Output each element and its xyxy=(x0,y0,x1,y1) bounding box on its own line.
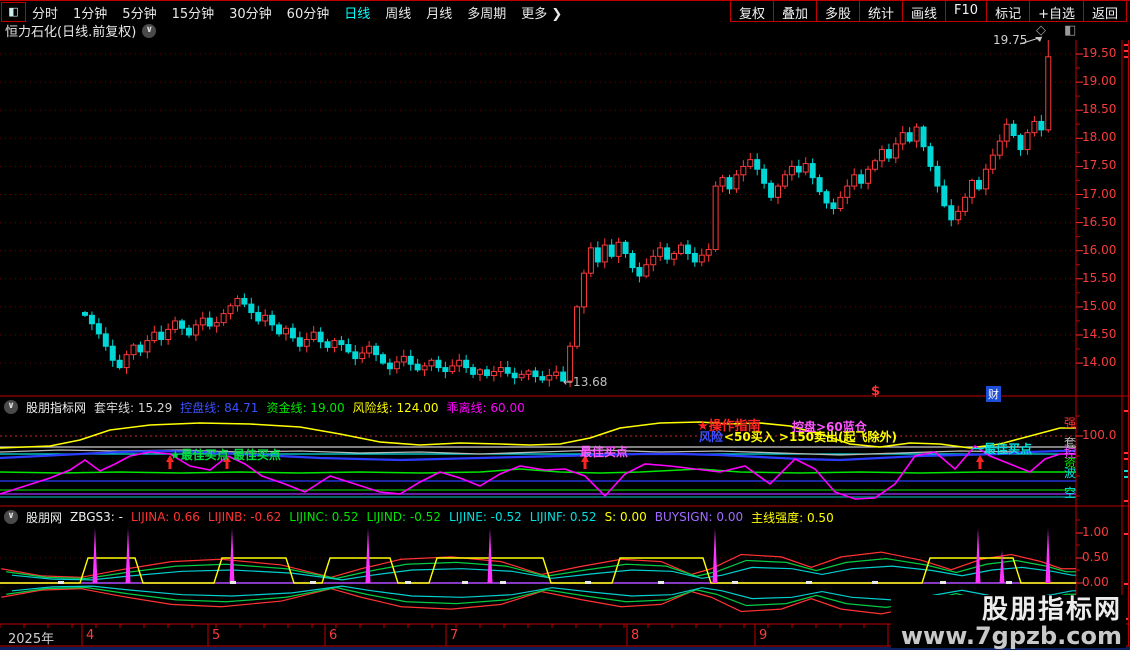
mid-field-资金线:: 资金线: 19.00 xyxy=(266,399,344,416)
edge-label-波: 波 xyxy=(1064,464,1076,481)
period-menu: 分时 1分钟 5分钟 15分钟 30分钟 60分钟日线周线月线多周期更多 ❯ xyxy=(32,3,562,22)
stock-title: 恒力石化(日线.前复权) xyxy=(5,21,136,40)
menu-item-更多 ❯[interactable]: 更多 ❯ xyxy=(521,3,562,22)
price-axis-label: 16.00 xyxy=(1082,243,1126,257)
top-menu-bar: ◧ 分时 1分钟 5分钟 15分钟 30分钟 60分钟日线周线月线多周期更多 ❯ 复权叠加… xyxy=(0,0,1130,21)
watermark-site-name: 股朋指标网 xyxy=(901,597,1122,624)
menu-item-分时[interactable]: 分时 xyxy=(32,3,58,22)
edge-label-空: 空 xyxy=(1064,484,1076,501)
menu-item-日线[interactable]: 日线 xyxy=(344,3,370,22)
price-axis-label: 14.50 xyxy=(1082,327,1126,341)
bot-field-LIJINC:: LIJINC: 0.52 xyxy=(289,510,358,524)
mid-annotation: <50买入 >150卖出(起飞除外) xyxy=(724,428,897,445)
chevron-down-icon[interactable]: ∨ xyxy=(142,24,156,38)
mid-panel-name: 股朋指标网 xyxy=(26,399,86,416)
month-label-8: 8 xyxy=(631,628,639,643)
chart-canvas xyxy=(0,0,1130,650)
month-label-6: 6 xyxy=(329,628,337,643)
chevron-down-icon[interactable]: ∨ xyxy=(4,510,18,524)
chevron-down-icon[interactable]: ∨ xyxy=(4,400,18,414)
tool-叠加[interactable]: 叠加 xyxy=(773,1,816,21)
menu-item-月线[interactable]: 月线 xyxy=(426,3,452,22)
low-price-label: ←13.68 xyxy=(563,375,607,389)
month-label-5: 5 xyxy=(212,628,220,643)
bot-panel-header: ∨ 股朋网 ZBGS3: - LIJINA: 0.66 LIJINB: -0.62… xyxy=(4,509,834,525)
price-axis-label: 14.00 xyxy=(1082,355,1126,369)
mid-annotation: ★最佳买点 最佳买点 xyxy=(170,446,281,463)
toolbar-menu: 复权叠加多股统计画线F10标记+自选返回 xyxy=(730,1,1127,22)
mid-field-风险线:: 风险线: 124.00 xyxy=(353,399,439,416)
app-window: { "top_menu": { "window_icon": "◧", "ite… xyxy=(0,0,1130,650)
tool-+自选[interactable]: +自选 xyxy=(1029,1,1083,21)
tool-统计[interactable]: 统计 xyxy=(859,1,902,21)
dollar-marker: $ xyxy=(871,384,880,399)
tool-标记[interactable]: 标记 xyxy=(986,1,1029,21)
price-axis-label: 15.50 xyxy=(1082,271,1126,285)
menu-item-30分钟[interactable]: 30分钟 xyxy=(229,3,272,22)
cai-badge: 财 xyxy=(986,386,1001,402)
price-axis-label: 17.50 xyxy=(1082,158,1126,172)
year-label: 2025年 xyxy=(8,628,54,647)
tool-F10[interactable]: F10 xyxy=(945,1,986,21)
menu-item-多周期[interactable]: 多周期 xyxy=(467,3,506,22)
mid-field-套牢线:: 套牢线: 15.29 xyxy=(94,399,172,416)
bot-axis-label: 0.00 xyxy=(1082,575,1126,589)
price-axis-label: 16.50 xyxy=(1082,215,1126,229)
menu-item-60分钟[interactable]: 60分钟 xyxy=(287,3,330,22)
month-label-4: 4 xyxy=(86,628,94,643)
bot-panel-name: 股朋网 xyxy=(26,509,62,526)
edge-label-强: 强 xyxy=(1064,414,1076,431)
window-split-icon[interactable]: ◧ xyxy=(1,2,26,22)
mid-annotation: 一最佳买点 xyxy=(972,440,1032,457)
month-label-7: 7 xyxy=(450,628,458,643)
mid-panel-header: ∨ 股朋指标网 套牢线: 15.29 控盘线: 84.71 资金线: 19.00 风险… xyxy=(4,399,525,415)
menu-item-5分钟[interactable]: 5分钟 xyxy=(122,3,156,22)
bot-panel-formula: ZBGS3: - xyxy=(70,510,123,524)
bot-field-LIJIND:: LIJIND: -0.52 xyxy=(367,510,441,524)
month-label-9: 9 xyxy=(759,628,767,643)
bot-axis-label: 1.00 xyxy=(1082,525,1126,539)
bot-axis-label: 0.50 xyxy=(1082,550,1126,564)
price-axis-label: 19.00 xyxy=(1082,74,1126,88)
bot-field-主线强度:: 主线强度: 0.50 xyxy=(751,509,834,526)
price-axis-label: 18.00 xyxy=(1082,130,1126,144)
bot-field-LIJINE:: LIJINE: -0.52 xyxy=(449,510,522,524)
high-price-label: 19.75 xyxy=(993,33,1027,47)
price-axis-label: 18.50 xyxy=(1082,102,1126,116)
mid-field-乖离线:: 乖离线: 60.00 xyxy=(447,399,525,416)
mid-annotation: 最佳买点 xyxy=(580,443,628,460)
bot-field-LIJINF:: LIJINF: 0.52 xyxy=(530,510,597,524)
tool-多股[interactable]: 多股 xyxy=(816,1,859,21)
bot-field-BUYSIGN:: BUYSIGN: 0.00 xyxy=(655,510,743,524)
price-axis-label: 17.00 xyxy=(1082,187,1126,201)
bot-field-S:: S: 0.00 xyxy=(605,510,647,524)
mid-field-控盘线:: 控盘线: 84.71 xyxy=(180,399,258,416)
price-axis-label: 19.50 xyxy=(1082,46,1126,60)
bot-field-LIJINA:: LIJINA: 0.66 xyxy=(131,510,200,524)
tool-画线[interactable]: 画线 xyxy=(902,1,945,21)
menu-item-1分钟[interactable]: 1分钟 xyxy=(73,3,107,22)
tool-返回[interactable]: 返回 xyxy=(1083,1,1127,21)
price-axis-label: 15.00 xyxy=(1082,299,1126,313)
mid-annotation: 风险 xyxy=(699,428,723,445)
bot-field-LIJINB:: LIJINB: -0.62 xyxy=(208,510,281,524)
menu-item-周线[interactable]: 周线 xyxy=(385,3,411,22)
mid-axis-label: 100.0 xyxy=(1082,428,1126,442)
tool-复权[interactable]: 复权 xyxy=(730,1,773,21)
menu-item-15分钟[interactable]: 15分钟 xyxy=(172,3,215,22)
watermark-url: www.7gpzb.com xyxy=(901,624,1122,648)
watermark: 股朋指标网 www.7gpzb.com xyxy=(891,595,1126,648)
chart-corner-icons[interactable]: ◇ ◧ xyxy=(1036,23,1083,38)
title-bar: 恒力石化(日线.前复权) ∨ xyxy=(5,22,156,39)
